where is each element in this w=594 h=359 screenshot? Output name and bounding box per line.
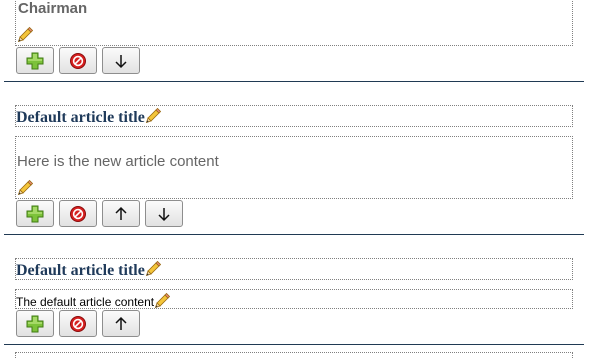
move-down-button[interactable] [145, 200, 183, 227]
pencil-icon[interactable] [17, 26, 33, 42]
green-plus-icon [26, 52, 44, 70]
pencil-icon[interactable] [154, 292, 170, 308]
article-content: The default article content [16, 295, 155, 309]
pencil-icon[interactable] [145, 107, 161, 123]
move-up-button[interactable] [102, 310, 140, 337]
pencil-icon[interactable] [145, 260, 161, 276]
article-content-field[interactable]: Here is the new article content [15, 136, 573, 199]
article-editor: Chairman Default article title Here is t… [0, 0, 594, 359]
remove-button[interactable] [59, 47, 97, 74]
green-plus-icon [26, 205, 44, 223]
arrow-up-icon [113, 316, 129, 332]
add-button[interactable] [16, 47, 54, 74]
chairman-text: Chairman [18, 0, 88, 17]
red-no-entry-icon [69, 205, 87, 223]
article-title-field[interactable]: Default article title [15, 105, 573, 127]
move-up-button[interactable] [102, 200, 140, 227]
add-button[interactable] [16, 200, 54, 227]
pencil-icon[interactable] [17, 179, 33, 195]
green-plus-icon [26, 315, 44, 333]
section-1-toolbar [16, 47, 140, 74]
red-no-entry-icon [69, 315, 87, 333]
section-2-toolbar [16, 200, 183, 227]
article-title: Default article title [16, 109, 145, 126]
section-3-toolbar [16, 310, 140, 337]
section-divider [4, 81, 584, 82]
chairman-text-block[interactable]: Chairman [15, 0, 573, 46]
article-content: Here is the new article content [17, 153, 219, 170]
arrow-up-icon [113, 206, 129, 222]
section-divider [4, 344, 584, 345]
remove-button[interactable] [59, 310, 97, 337]
next-article-title-field[interactable] [15, 352, 573, 359]
article-content-field[interactable]: The default article content [15, 289, 573, 309]
remove-button[interactable] [59, 200, 97, 227]
arrow-down-icon [156, 206, 172, 222]
arrow-down-icon [113, 53, 129, 69]
red-no-entry-icon [69, 52, 87, 70]
article-title-field[interactable]: Default article title [15, 258, 573, 280]
article-title: Default article title [16, 262, 145, 279]
section-divider [4, 234, 584, 235]
move-down-button[interactable] [102, 47, 140, 74]
add-button[interactable] [16, 310, 54, 337]
